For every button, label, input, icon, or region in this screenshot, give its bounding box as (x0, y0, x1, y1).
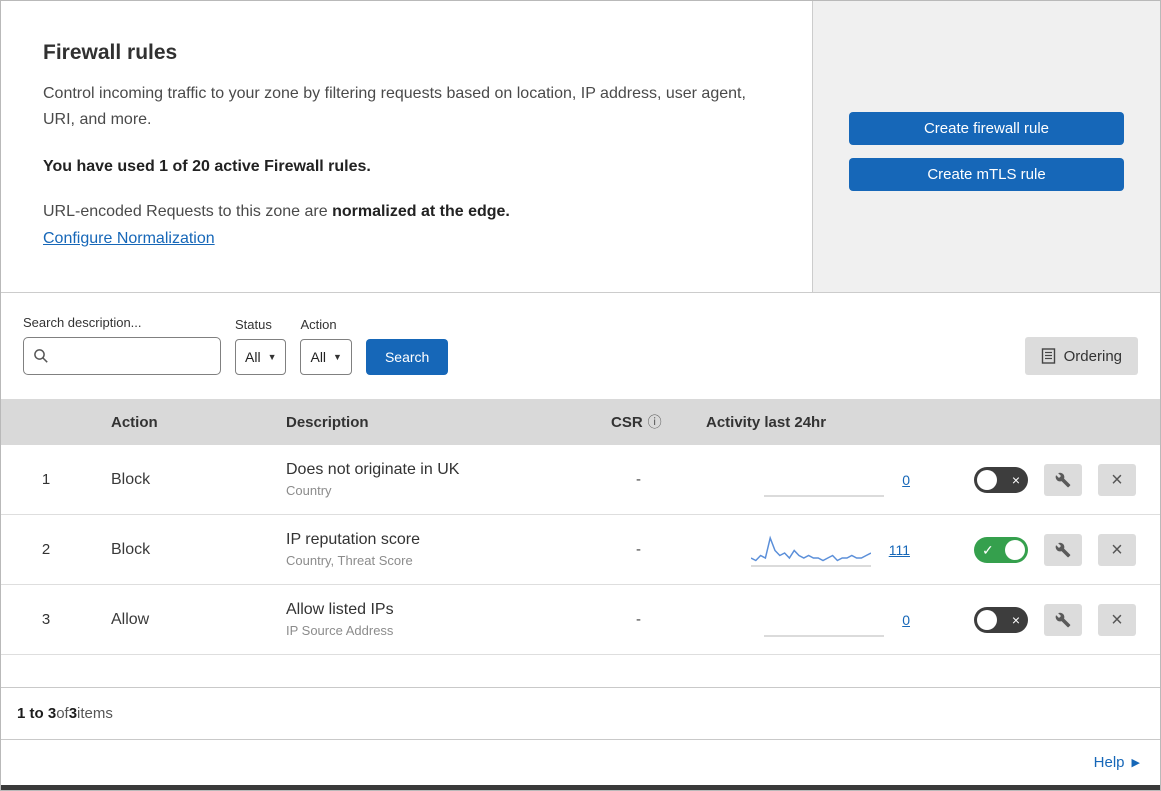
rule-action: Block (111, 470, 151, 488)
info-icon[interactable]: ⓘ (648, 414, 662, 430)
delete-rule-button[interactable]: × (1098, 533, 1136, 566)
activity-count-link[interactable]: 0 (902, 612, 910, 628)
create-mtls-rule-button[interactable]: Create mTLS rule (849, 158, 1124, 191)
table-row: 1 Block Does not originate in UK Country… (1, 445, 1160, 515)
help-link[interactable]: Help ▶ (1094, 754, 1140, 771)
wrench-icon (1055, 542, 1071, 557)
column-header-activity: Activity last 24hr (706, 413, 827, 431)
pagination-summary: 1 to 3 of 3 items (1, 687, 1160, 739)
firewall-rules-page: Firewall rules Control incoming traffic … (0, 0, 1161, 791)
rule-priority: 1 (41, 471, 51, 488)
chevron-right-icon: ▶ (1131, 757, 1140, 769)
chevron-down-icon: ▼ (333, 352, 342, 362)
rule-csr-value: - (636, 471, 641, 488)
check-icon: ✓ (982, 541, 994, 558)
rule-description: IP reputation score Country, Threat Scor… (286, 531, 421, 568)
toggle-knob (1005, 539, 1025, 560)
search-label: Search description... (23, 315, 142, 330)
page-header: Firewall rules Control incoming traffic … (1, 1, 1160, 293)
rule-description: Allow listed IPs IP Source Address (286, 601, 394, 638)
status-select[interactable]: All ▼ (235, 339, 287, 375)
status-label: Status (235, 317, 272, 332)
toggle-knob (977, 609, 997, 630)
chevron-down-icon: ▼ (267, 352, 277, 362)
activity-sparkline (750, 533, 872, 567)
normalization-note: URL-encoded Requests to this zone are no… (43, 203, 510, 221)
rule-activity: 111 (686, 533, 916, 567)
search-icon (34, 349, 48, 363)
rule-activity: 0 (686, 603, 916, 637)
search-button[interactable]: Search (365, 339, 449, 375)
bottom-edge (1, 785, 1160, 790)
table-header: Action Description CSR ⓘ Activity last 24… (1, 399, 1160, 445)
create-firewall-rule-button[interactable]: Create firewall rule (849, 112, 1124, 145)
edit-rule-button[interactable] (1044, 463, 1082, 496)
table-row: 2 Block IP reputation score Country, Thr… (1, 515, 1160, 585)
close-icon: × (1111, 468, 1123, 491)
rule-enabled-toggle[interactable]: ✓× (974, 606, 1028, 633)
wrench-icon (1055, 612, 1071, 627)
activity-count-link[interactable]: 111 (889, 542, 910, 558)
actions-panel: Create firewall rule Create mTLS rule (812, 1, 1160, 292)
configure-normalization-link[interactable]: Configure Normalization (43, 230, 215, 248)
activity-count-link[interactable]: 0 (902, 472, 910, 488)
page-description: Control incoming traffic to your zone by… (43, 85, 746, 128)
action-label: Action (300, 317, 337, 332)
rule-action: Block (111, 540, 151, 558)
delete-rule-button[interactable]: × (1098, 463, 1136, 496)
filter-bar: Search description... Status All ▼ Action… (1, 293, 1160, 399)
ordering-button[interactable]: Ordering (1024, 337, 1138, 375)
toggle-knob (977, 469, 997, 490)
rule-enabled-toggle[interactable]: ✓× (974, 466, 1028, 493)
column-header-description: Description (286, 413, 369, 431)
table-row: 3 Allow Allow listed IPs IP Source Addre… (1, 585, 1160, 655)
rule-priority: 3 (41, 611, 51, 628)
activity-sparkline (764, 463, 885, 497)
rule-csr-value: - (636, 611, 641, 628)
close-icon: × (1111, 608, 1123, 631)
rule-action: Allow (111, 610, 150, 628)
action-select[interactable]: All ▼ (300, 339, 352, 375)
search-input[interactable] (23, 337, 221, 375)
wrench-icon (1055, 472, 1071, 487)
ordering-list-icon (1041, 348, 1055, 364)
column-header-action: Action (111, 413, 158, 431)
x-icon: × (1011, 471, 1020, 488)
usage-summary: You have used 1 of 20 active Firewall ru… (43, 158, 371, 176)
delete-rule-button[interactable]: × (1098, 603, 1136, 636)
edit-rule-button[interactable] (1044, 533, 1082, 566)
edit-rule-button[interactable] (1044, 603, 1082, 636)
rule-enabled-toggle[interactable]: ✓× (974, 536, 1028, 563)
page-title: Firewall rules (43, 41, 178, 64)
rule-activity: 0 (686, 463, 916, 497)
activity-sparkline (764, 603, 885, 637)
column-header-csr: CSR ⓘ (611, 414, 662, 431)
x-icon: × (1011, 611, 1020, 628)
rule-csr-value: - (636, 541, 641, 558)
rule-priority: 2 (41, 541, 51, 558)
close-icon: × (1111, 538, 1123, 561)
rule-description: Does not originate in UK Country (286, 461, 460, 498)
